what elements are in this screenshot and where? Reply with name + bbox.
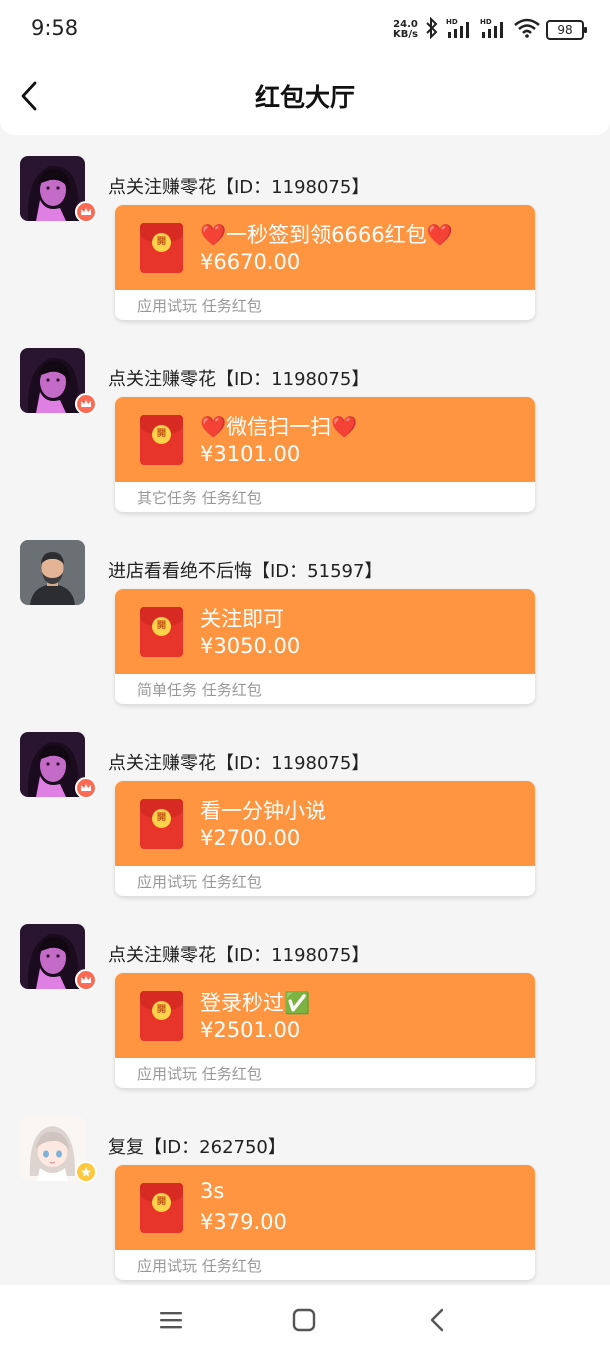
red-packet-entry: 点关注赚零花【ID：1198075】開 登录秒过✅ ¥2501.00 应用试玩 任务红… — [0, 903, 610, 1095]
red-envelope-icon: 開 — [140, 799, 183, 849]
red-packet-card-body: 開 关注即可 ¥3050.00 — [115, 589, 535, 674]
crown-badge-icon — [75, 777, 97, 799]
red-packet-card[interactable]: 開 关注即可 ¥3050.00 简单任务 任务红包 — [115, 589, 535, 704]
envelope-coin: 開 — [152, 617, 171, 636]
red-packet-card[interactable]: 開 3s ¥379.00 应用试玩 任务红包 — [115, 1165, 535, 1280]
page-header: 红包大厅 — [0, 60, 610, 135]
menu-button[interactable] — [156, 1305, 186, 1335]
sender-name: 点关注赚零花【ID：1198075】 — [108, 945, 370, 966]
crown-badge-icon — [75, 201, 97, 223]
red-packet-card[interactable]: 開 ❤️一秒签到领6666红包❤️ ¥6670.00 应用试玩 任务红包 — [115, 205, 535, 320]
envelope-coin: 開 — [152, 809, 171, 828]
red-envelope-icon: 開 — [140, 223, 183, 273]
red-packet-title: ❤️微信扫一扫❤️ — [200, 415, 358, 439]
red-packet-entry: 点关注赚零花【ID：1198075】開 ❤️一秒签到领6666红包❤️ ¥6670.… — [0, 135, 610, 327]
red-packet-tags: 应用试玩 任务红包 — [137, 1065, 262, 1083]
red-packet-card-body: 開 ❤️微信扫一扫❤️ ¥3101.00 — [115, 397, 535, 482]
red-packet-amount: ¥3101.00 — [200, 442, 301, 466]
red-packet-amount: ¥2501.00 — [200, 1018, 301, 1042]
red-packet-tags: 简单任务 任务红包 — [137, 681, 262, 699]
page-title: 红包大厅 — [254, 83, 355, 112]
red-packet-card-body: 開 3s ¥379.00 — [115, 1165, 535, 1250]
red-packet-card[interactable]: 開 ❤️微信扫一扫❤️ ¥3101.00 其它任务 任务红包 — [115, 397, 535, 512]
system-nav-bar — [0, 1285, 610, 1356]
red-envelope-icon: 開 — [140, 415, 183, 465]
crown-badge-icon — [75, 393, 97, 415]
red-envelope-icon: 開 — [140, 991, 183, 1041]
nav-back-button[interactable] — [422, 1305, 452, 1335]
signal-hd-label: HD — [480, 18, 492, 26]
network-speed-unit: KB/s — [393, 29, 418, 40]
red-packet-amount: ¥2700.00 — [200, 826, 301, 850]
red-packet-feed: 点关注赚零花【ID：1198075】開 ❤️一秒签到领6666红包❤️ ¥6670.… — [0, 135, 610, 1285]
red-packet-card[interactable]: 開 登录秒过✅ ¥2501.00 应用试玩 任务红包 — [115, 973, 535, 1088]
sender-name: 复复【ID：262750】 — [108, 1137, 286, 1158]
red-packet-tags: 应用试玩 任务红包 — [137, 297, 262, 315]
red-packet-title: 看一分钟小说 — [200, 799, 326, 823]
wifi-icon — [514, 18, 540, 42]
red-packet-amount: ¥379.00 — [200, 1210, 287, 1234]
envelope-coin: 開 — [152, 233, 171, 252]
signal-icon: HD — [446, 17, 474, 43]
red-envelope-icon: 開 — [140, 607, 183, 657]
red-packet-title: 3s — [200, 1179, 225, 1203]
red-packet-tags: 应用试玩 任务红包 — [137, 873, 262, 891]
avatar[interactable] — [20, 540, 85, 605]
status-icons: 24.0 KB/s HD HD 98 — [393, 16, 587, 43]
red-packet-amount: ¥6670.00 — [200, 250, 301, 274]
bluetooth-icon — [424, 16, 440, 43]
red-packet-card-body: 開 看一分钟小说 ¥2700.00 — [115, 781, 535, 866]
star-badge-icon — [75, 1161, 97, 1183]
network-speed: 24.0 KB/s — [393, 20, 418, 40]
envelope-coin: 開 — [152, 425, 171, 444]
status-bar: 9:58 24.0 KB/s HD HD 98 — [0, 0, 610, 60]
menu-icon — [160, 1312, 182, 1329]
home-button[interactable] — [289, 1305, 319, 1335]
red-packet-tags: 其它任务 任务红包 — [137, 489, 262, 507]
red-packet-card-body: 開 登录秒过✅ ¥2501.00 — [115, 973, 535, 1058]
signal-icon: HD — [480, 17, 508, 43]
status-time: 9:58 — [31, 16, 79, 40]
red-envelope-icon: 開 — [140, 1183, 183, 1233]
red-packet-tags: 应用试玩 任务红包 — [137, 1257, 262, 1275]
red-packet-entry: 进店看看绝不后悔【ID：51597】開 关注即可 ¥3050.00 简单任务 任务红包 — [0, 519, 610, 711]
back-icon — [430, 1308, 444, 1332]
sender-name: 点关注赚零花【ID：1198075】 — [108, 369, 370, 390]
red-packet-title: 关注即可 — [200, 607, 284, 631]
sender-name: 点关注赚零花【ID：1198075】 — [108, 177, 370, 198]
red-packet-entry: 复复【ID：262750】開 3s ¥379.00 应用试玩 任务红包 — [0, 1095, 610, 1285]
crown-badge-icon — [75, 969, 97, 991]
red-packet-entry: 点关注赚零花【ID：1198075】開 看一分钟小说 ¥2700.00 应用试玩 任务… — [0, 711, 610, 903]
red-packet-amount: ¥3050.00 — [200, 634, 301, 658]
red-packet-card-body: 開 ❤️一秒签到领6666红包❤️ ¥6670.00 — [115, 205, 535, 290]
envelope-coin: 開 — [152, 1193, 171, 1212]
red-packet-card[interactable]: 開 看一分钟小说 ¥2700.00 应用试玩 任务红包 — [115, 781, 535, 896]
sender-name: 进店看看绝不后悔【ID：51597】 — [108, 561, 383, 582]
battery-icon: 98 — [546, 20, 587, 40]
red-packet-entry: 点关注赚零花【ID：1198075】開 ❤️微信扫一扫❤️ ¥3101.00 其它任务… — [0, 327, 610, 519]
red-packet-title: ❤️一秒签到领6666红包❤️ — [200, 223, 453, 247]
sender-name: 点关注赚零花【ID：1198075】 — [108, 753, 370, 774]
signal-hd-label: HD — [446, 18, 458, 26]
envelope-coin: 開 — [152, 1001, 171, 1020]
home-icon — [292, 1308, 316, 1332]
red-packet-title: 登录秒过✅ — [200, 991, 311, 1015]
